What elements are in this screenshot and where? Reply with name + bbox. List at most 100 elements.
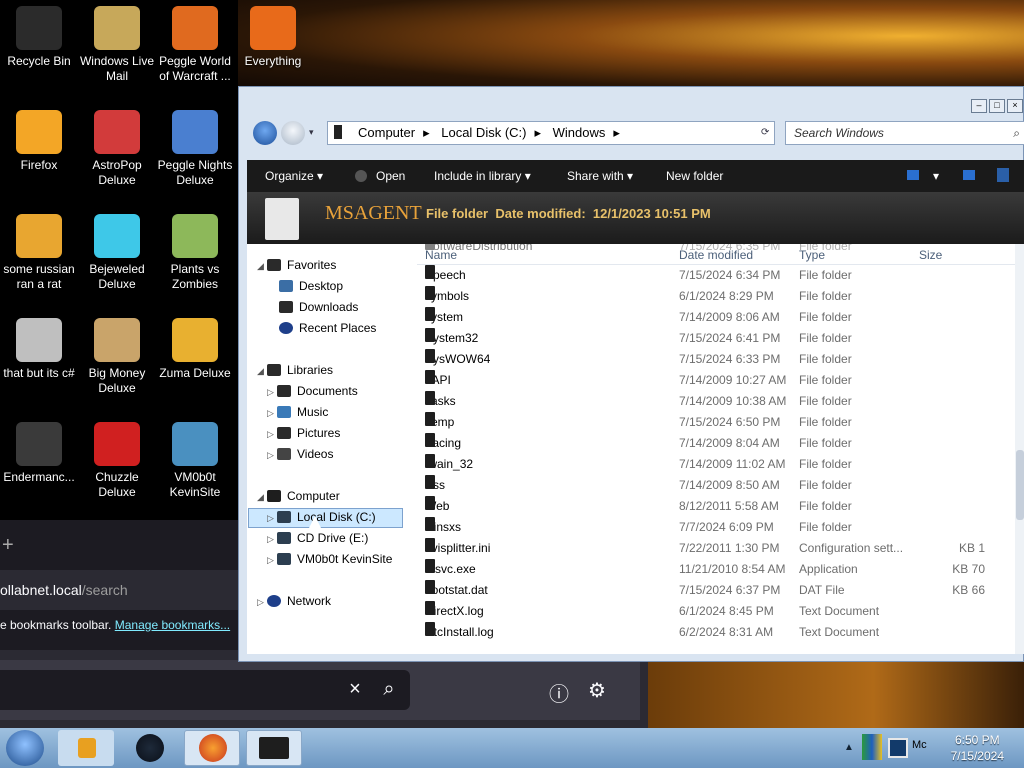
tray-network-icon[interactable] [888, 738, 908, 758]
breadcrumb-computer[interactable]: Computer [358, 125, 415, 140]
tray-app-icon[interactable] [862, 734, 882, 760]
taskbar-media-player[interactable] [58, 730, 114, 766]
file-row[interactable]: twain_32 7/14/2009 11:02 AM File folder [417, 454, 1023, 475]
file-row[interactable]: winsxs 7/7/2024 6:09 PM File folder [417, 517, 1023, 538]
manage-bookmarks-link[interactable]: Manage bookmarks... [115, 618, 230, 632]
file-icon [425, 622, 435, 636]
file-row[interactable]: Vss 7/14/2009 8:50 AM File folder [417, 475, 1023, 496]
magnifier-icon[interactable]: ⌕ [1013, 122, 1020, 144]
desktop-icon-everything-search[interactable]: Everything [234, 0, 312, 69]
desktop-icon-copy-files[interactable]: that but its c# [0, 312, 78, 381]
clear-icon[interactable]: × [342, 678, 368, 701]
desktop-icon-chuzzle[interactable]: Chuzzle Deluxe [78, 416, 156, 500]
desktop-icon-zuma[interactable]: Zuma Deluxe [156, 312, 234, 381]
nav-local-disk[interactable]: ▷ Local Disk (C:) [267, 507, 376, 527]
bejeweled-icon [94, 214, 140, 258]
maximize-icon[interactable]: □ [989, 99, 1005, 113]
desktop-icon-bejeweled[interactable]: Bejeweled Deluxe [78, 208, 156, 292]
help-icon[interactable] [997, 168, 1009, 182]
file-row[interactable]: Speech 7/15/2024 6:34 PM File folder [417, 265, 1023, 286]
view-options-icon[interactable] [907, 170, 919, 180]
nav-desktop[interactable]: Desktop [279, 276, 343, 296]
nav-pictures[interactable]: ▷ Pictures [267, 423, 340, 443]
gear-icon[interactable]: ⚙ [584, 678, 610, 703]
system-clock[interactable]: 6:50 PM 7/15/2024 [951, 732, 1004, 764]
url-bar[interactable]: ollabnet.local/search [0, 570, 238, 610]
folder-preview-icon [265, 198, 299, 240]
desktop-wallpaper-lower [648, 660, 1024, 728]
nav-cd-drive[interactable]: ▷ CD Drive (E:) [267, 528, 368, 548]
file-row[interactable]: tracing 7/14/2009 8:04 AM File folder [417, 433, 1023, 454]
file-row[interactable]: bootstat.dat 7/15/2024 6:37 PM DAT File 66 … [417, 580, 1023, 601]
minimize-icon[interactable]: ‒ [971, 99, 987, 113]
view-chevron-icon[interactable]: ▾ [933, 160, 939, 192]
taskbar-browser-globe[interactable] [122, 730, 178, 766]
nav-computer[interactable]: ◢ Computer [257, 486, 340, 506]
close-icon[interactable]: × [1007, 99, 1023, 113]
new-tab-button[interactable]: + [0, 520, 240, 570]
file-icon [425, 601, 435, 615]
nav-network[interactable]: ▷ Network [257, 591, 331, 611]
nav-recent-places[interactable]: Recent Places [279, 318, 376, 338]
nav-favorites[interactable]: ◢ Favorites [257, 255, 336, 275]
desktop-icon-astropop[interactable]: AstroPop Deluxe [78, 104, 156, 188]
file-row[interactable]: Tasks 7/14/2009 10:38 AM File folder [417, 391, 1023, 412]
organize-button[interactable]: Organize ▾ [265, 160, 323, 192]
nav-music[interactable]: ▷ Music [267, 402, 328, 422]
start-button[interactable] [6, 730, 44, 766]
nav-vm-drive[interactable]: ▷ VM0b0t KevinSite [267, 549, 392, 569]
recent-pages-chevron-icon[interactable]: ▾ [309, 127, 314, 138]
desktop-icon-recycle-bin[interactable]: Recycle Bin [0, 0, 78, 69]
file-date: 7/14/2009 8:50 AM [679, 478, 780, 492]
search-icon[interactable]: ⌕ [376, 678, 402, 701]
documents-icon [277, 385, 291, 397]
nav-downloads[interactable]: Downloads [279, 297, 358, 317]
desktop-icon-big-money[interactable]: Big Money Deluxe [78, 312, 156, 396]
desktop-icon-plants-vs-zombies[interactable]: Plants vs Zombies [156, 208, 234, 292]
nav-documents[interactable]: ▷ Documents [267, 381, 358, 401]
include-in-library-button[interactable]: Include in library ▾ [434, 160, 531, 192]
search-box[interactable]: Search Windows ⌕ [785, 121, 1024, 145]
info-icon[interactable]: ⓘ [546, 678, 572, 707]
file-row[interactable]: DtcInstall.log 6/2/2024 8:31 AM Text Docum… [417, 622, 1023, 643]
desktop-icon-peggle[interactable]: Peggle World of Warcraft ... [156, 0, 234, 84]
file-row[interactable]: Temp 7/15/2024 6:50 PM File folder [417, 412, 1023, 433]
tray-expand-icon[interactable]: ▲ [844, 742, 854, 753]
desktop-icon-terminal-app[interactable]: Endermanc... [0, 416, 78, 485]
desktop-icon-vm-monitor[interactable]: VM0b0t KevinSite [156, 416, 234, 500]
desktop-icon-peggle-nights[interactable]: Peggle Nights Deluxe [156, 104, 234, 188]
vertical-scrollbar[interactable] [1015, 244, 1024, 654]
refresh-icon[interactable]: ⟳ [761, 127, 769, 138]
back-button[interactable] [253, 121, 277, 145]
breadcrumb-local-disk[interactable]: Local Disk (C:) [441, 125, 526, 140]
desktop-icon-mail[interactable]: Windows Live Mail [78, 0, 156, 84]
file-row[interactable]: System32 7/15/2024 6:41 PM File folder [417, 328, 1023, 349]
file-row[interactable]: symbols 6/1/2024 8:29 PM File folder [417, 286, 1023, 307]
desktop-icon-firefox[interactable]: Firefox [0, 104, 78, 173]
file-row[interactable]: system 7/14/2009 8:06 AM File folder [417, 307, 1023, 328]
nav-libraries[interactable]: ◢ Libraries [257, 360, 333, 380]
forward-button[interactable] [281, 121, 305, 145]
preview-pane-icon[interactable] [963, 170, 975, 180]
file-row[interactable]: DirectX.log 6/1/2024 8:45 PM Text Document [417, 601, 1023, 622]
open-button[interactable]: Open [376, 160, 405, 192]
file-row[interactable]: avisplitter.ini 7/22/2011 1:30 PM Configur… [417, 538, 1023, 559]
file-date: 7/15/2024 6:35 PM [679, 244, 781, 253]
vm-monitor-icon [172, 422, 218, 466]
share-with-button[interactable]: Share with ▾ [567, 160, 633, 192]
desktop-icon-java-app[interactable]: some russian ran a rat [0, 208, 78, 292]
file-row[interactable]: SysWOW64 7/15/2024 6:33 PM File folder [417, 349, 1023, 370]
breadcrumb-windows[interactable]: Windows [553, 125, 606, 140]
nav-videos[interactable]: ▷ Videos [267, 444, 333, 464]
file-row[interactable]: Web 8/12/2011 5:58 AM File folder [417, 496, 1023, 517]
taskbar-explorer[interactable] [246, 730, 302, 766]
scrollbar-thumb[interactable] [1016, 450, 1024, 520]
file-row[interactable]: SoftwareDistribution 7/15/2024 6:35 PM Fil… [417, 244, 1023, 257]
new-folder-button[interactable]: New folder [666, 160, 723, 192]
file-row[interactable]: bfsvc.exe 11/21/2010 8:54 AM Application 70… [417, 559, 1023, 580]
taskbar-firefox[interactable] [184, 730, 240, 766]
file-row[interactable]: TAPI 7/14/2009 10:27 AM File folder [417, 370, 1023, 391]
address-bar[interactable]: Computer ▸ Local Disk (C:) ▸ Windows ▸ [327, 121, 775, 145]
videos-icon [277, 448, 291, 460]
file-type: File folder [799, 244, 852, 253]
